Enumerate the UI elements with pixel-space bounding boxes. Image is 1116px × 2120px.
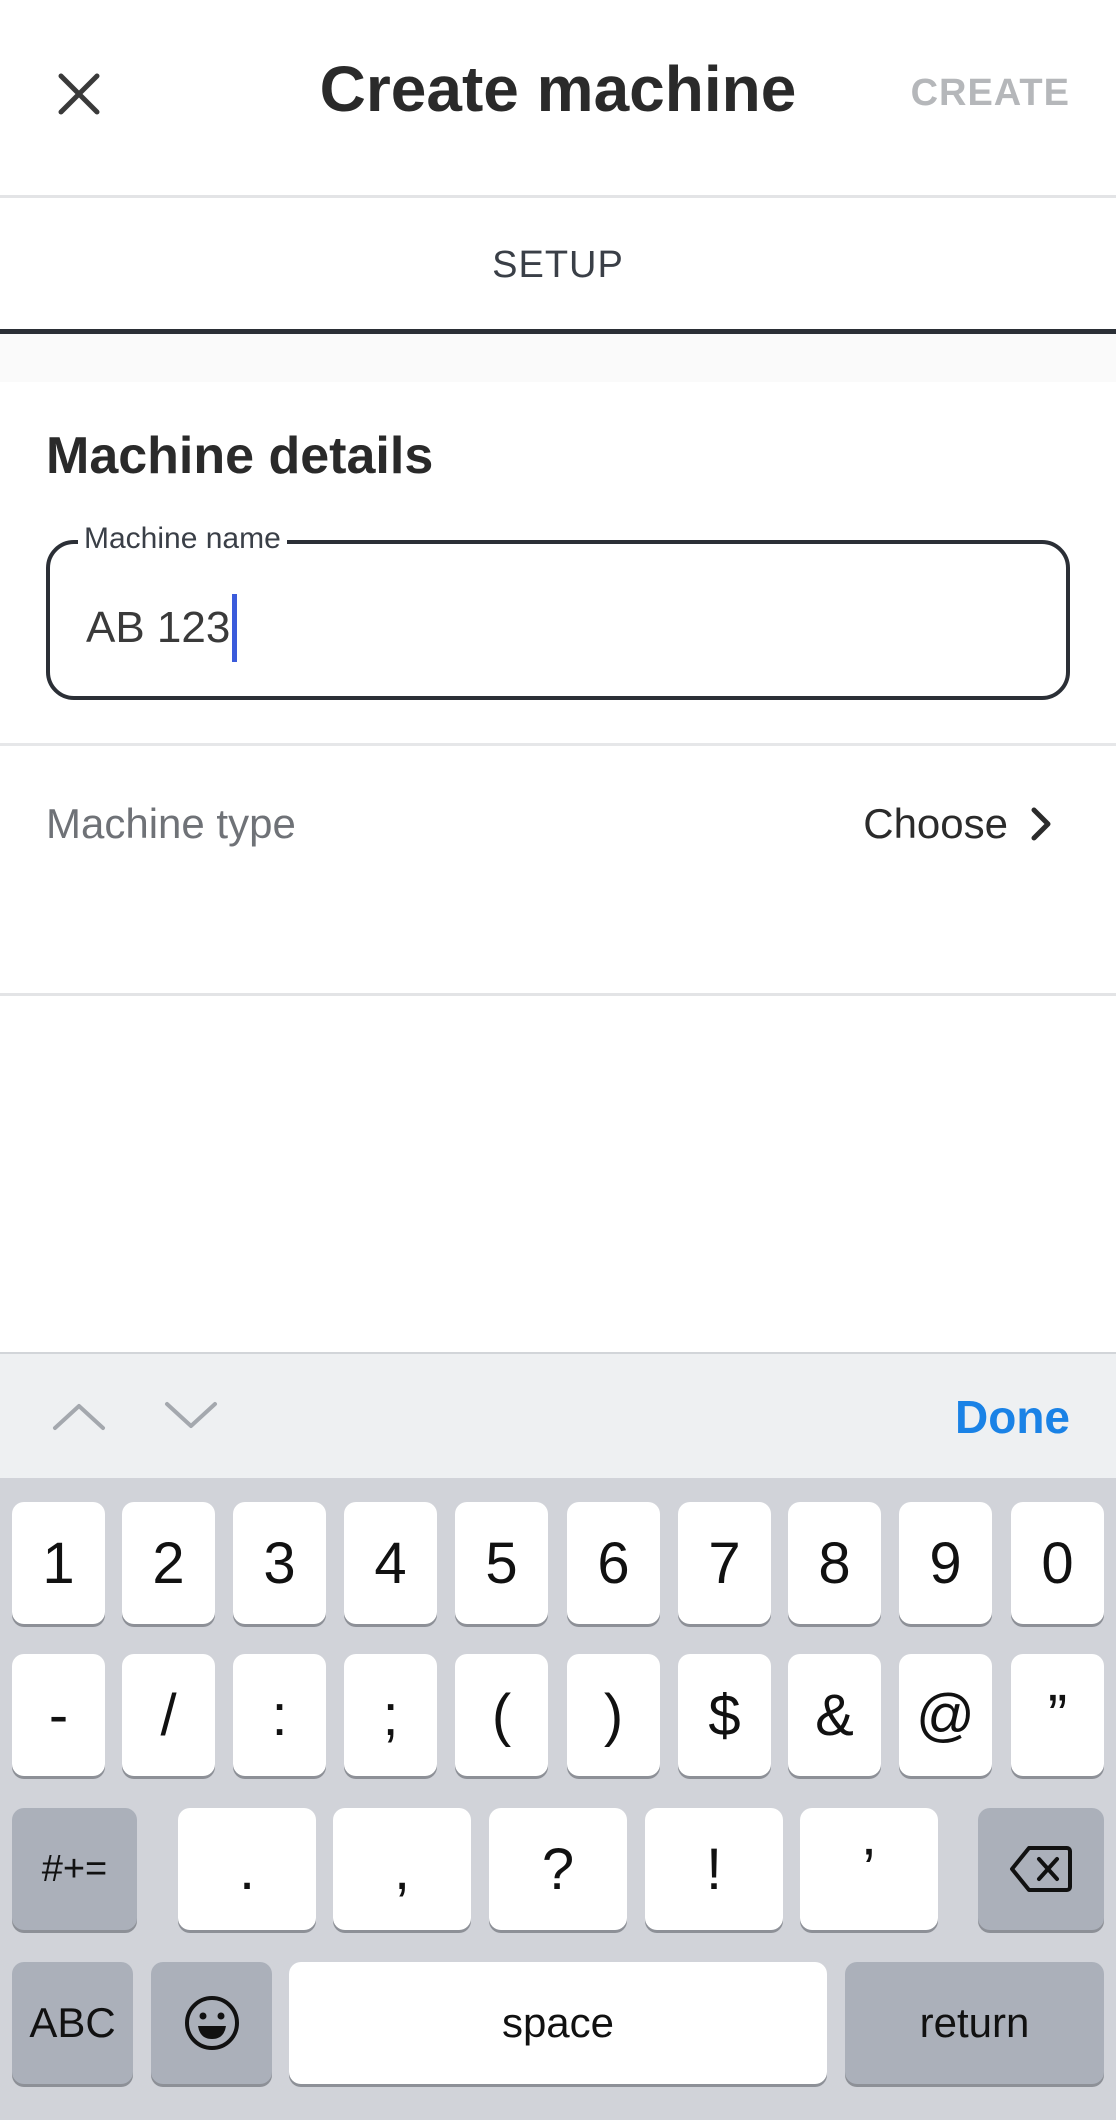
key-open-paren[interactable]: (	[455, 1654, 548, 1776]
key-quote[interactable]: ”	[1011, 1654, 1104, 1776]
previous-field-button[interactable]	[44, 1386, 114, 1446]
key-period[interactable]: .	[178, 1808, 316, 1930]
emoji-key[interactable]	[151, 1962, 272, 2084]
machine-details-section: Machine details Machine name AB 123	[0, 382, 1116, 746]
key-2[interactable]: 2	[122, 1502, 215, 1624]
key-1[interactable]: 1	[12, 1502, 105, 1624]
key-exclamation[interactable]: !	[645, 1808, 783, 1930]
done-button[interactable]: Done	[955, 1390, 1070, 1444]
key-hyphen[interactable]: -	[12, 1654, 105, 1776]
section-spacer	[0, 334, 1116, 382]
machine-name-label: Machine name	[78, 522, 287, 556]
keyboard-accessory-bar: Done	[0, 1352, 1116, 1478]
key-at[interactable]: @	[899, 1654, 992, 1776]
key-0[interactable]: 0	[1011, 1502, 1104, 1624]
key-return[interactable]: return	[845, 1962, 1104, 2084]
tab-bar: SETUP	[0, 198, 1116, 334]
key-symbols-toggle[interactable]: #+=	[12, 1808, 137, 1930]
text-caret	[232, 594, 238, 662]
machine-type-row[interactable]: Machine type Choose	[0, 746, 1116, 996]
key-dollar[interactable]: $	[678, 1654, 771, 1776]
backspace-icon	[1010, 1846, 1072, 1892]
key-space[interactable]: space	[289, 1962, 827, 2084]
key-comma[interactable]: ,	[333, 1808, 471, 1930]
key-5[interactable]: 5	[455, 1502, 548, 1624]
key-9[interactable]: 9	[899, 1502, 992, 1624]
numeric-keyboard: 1 2 3 4 5 6 7 8 9 0 - / : ; ( ) $ & @ ” …	[0, 1478, 1116, 2120]
emoji-icon	[184, 1996, 239, 2050]
key-3[interactable]: 3	[233, 1502, 326, 1624]
key-close-paren[interactable]: )	[567, 1654, 660, 1776]
key-apostrophe[interactable]: ’	[800, 1808, 938, 1930]
create-button[interactable]: CREATE	[911, 72, 1070, 115]
key-colon[interactable]: :	[233, 1654, 326, 1776]
chevron-right-icon	[1031, 807, 1051, 841]
machine-type-value: Choose	[863, 800, 1008, 847]
key-4[interactable]: 4	[344, 1502, 437, 1624]
delete-key[interactable]	[978, 1808, 1104, 1930]
chevron-up-icon	[53, 1404, 105, 1430]
tab-setup[interactable]: SETUP	[0, 244, 1116, 287]
machine-type-label: Machine type	[46, 800, 296, 847]
app-header: Create machine CREATE	[0, 0, 1116, 198]
machine-name-input[interactable]: AB 123	[86, 594, 238, 662]
key-abc[interactable]: ABC	[12, 1962, 133, 2084]
key-question[interactable]: ?	[489, 1808, 627, 1930]
machine-type-choose[interactable]: Choose	[863, 800, 1052, 848]
key-semicolon[interactable]: ;	[344, 1654, 437, 1776]
section-title: Machine details	[46, 427, 434, 485]
key-7[interactable]: 7	[678, 1502, 771, 1624]
chevron-down-icon	[165, 1402, 217, 1428]
key-ampersand[interactable]: &	[788, 1654, 881, 1776]
key-6[interactable]: 6	[567, 1502, 660, 1624]
key-8[interactable]: 8	[788, 1502, 881, 1624]
machine-name-field[interactable]: Machine name AB 123	[46, 522, 1070, 700]
next-field-button[interactable]	[156, 1386, 226, 1446]
key-slash[interactable]: /	[122, 1654, 215, 1776]
machine-name-value: AB 123	[86, 603, 231, 652]
